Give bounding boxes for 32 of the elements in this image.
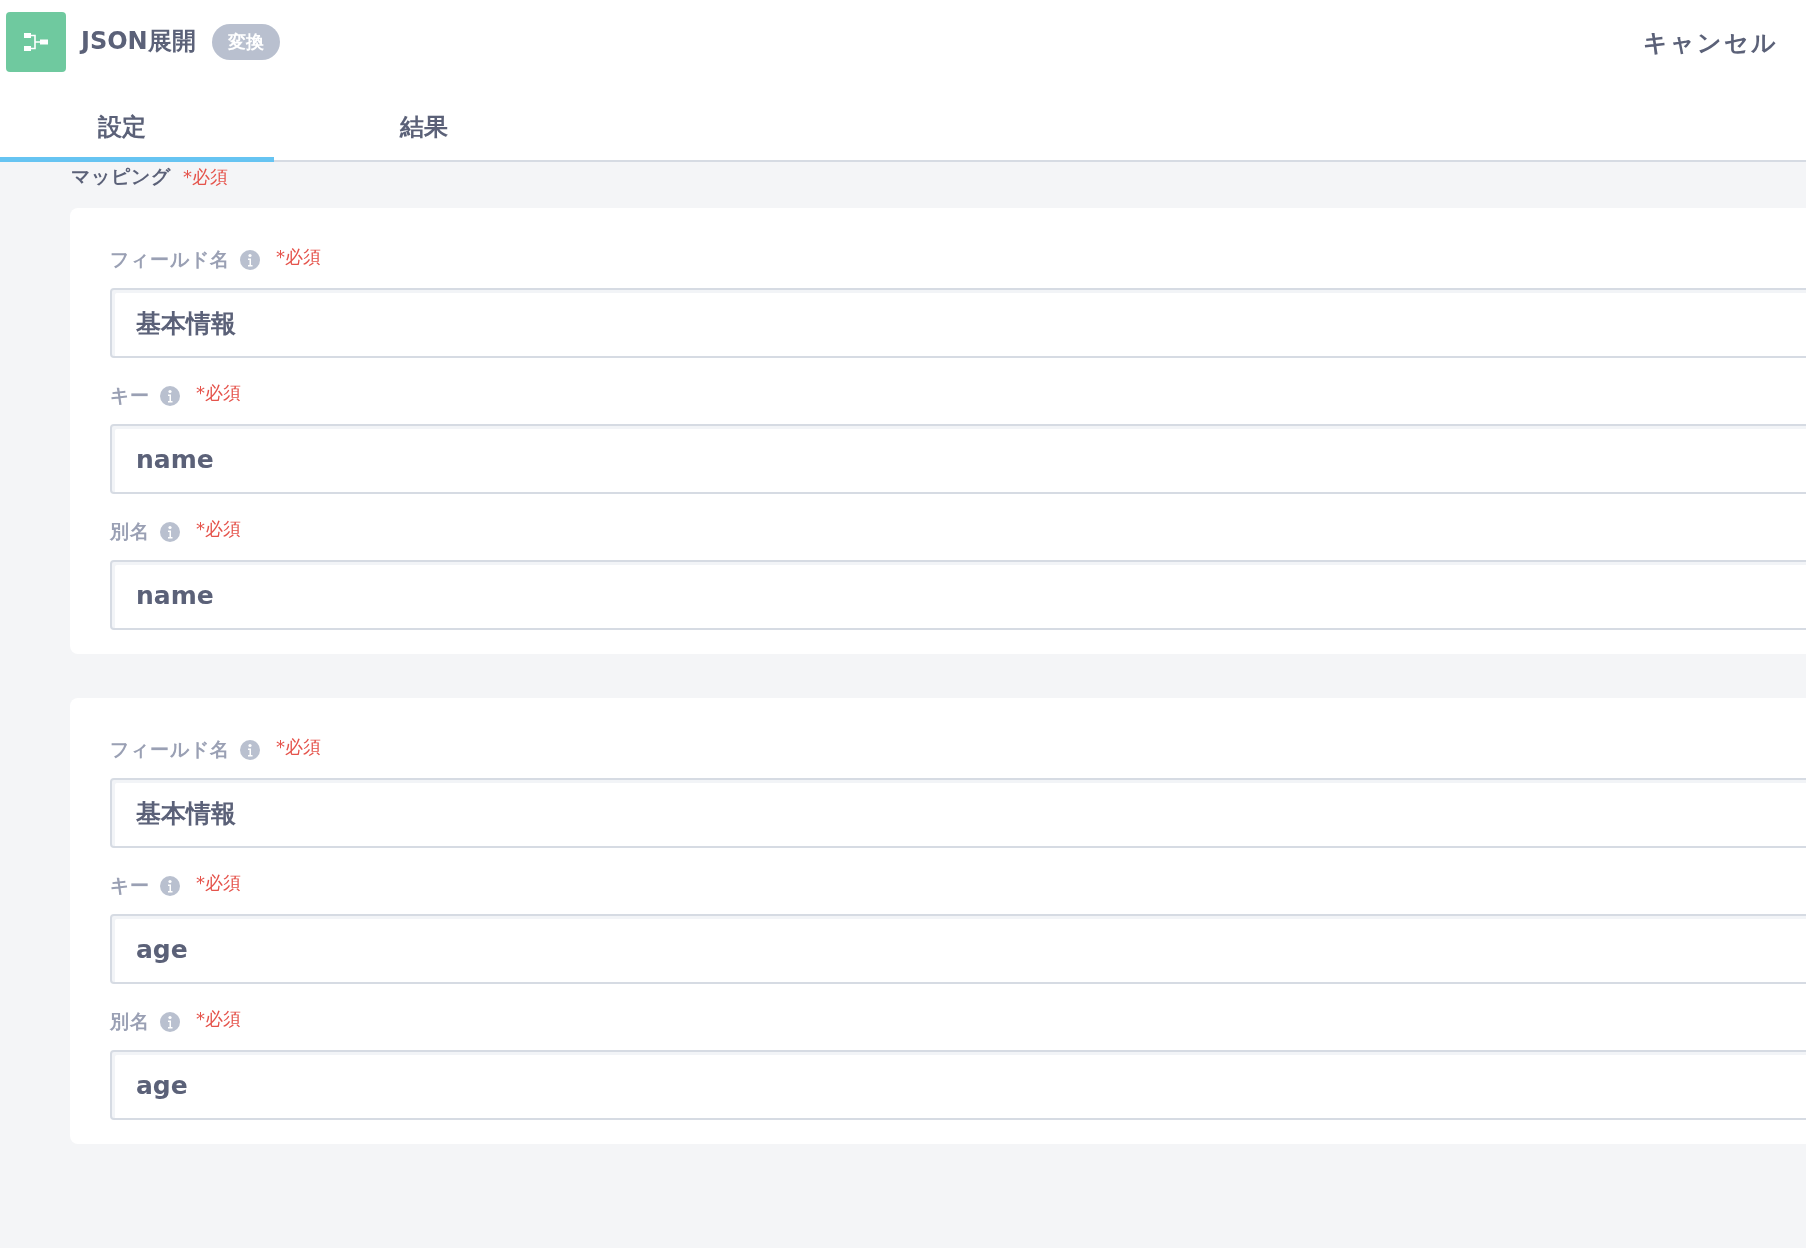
- tab[interactable]: 結果: [274, 92, 574, 162]
- info-icon[interactable]: [160, 1012, 180, 1032]
- field-label: フィールド名: [110, 737, 230, 762]
- required-mark: *必須: [183, 165, 228, 189]
- section-label: マッピング: [71, 164, 171, 189]
- info-icon[interactable]: [240, 740, 260, 760]
- required-mark: *必須: [276, 735, 321, 759]
- required-mark: *必須: [196, 381, 241, 405]
- required-mark: *必須: [196, 871, 241, 895]
- input-field[interactable]: age: [110, 1050, 1806, 1120]
- field-label: 別名: [110, 1009, 150, 1034]
- field-label: 別名: [110, 519, 150, 544]
- field-label: キー: [110, 383, 150, 408]
- field-label: キー: [110, 873, 150, 898]
- info-icon[interactable]: [160, 522, 180, 542]
- required-mark: *必須: [276, 245, 321, 269]
- app-title: JSON展開: [81, 26, 196, 57]
- category-badge: 変換: [211, 24, 280, 60]
- cancel-button[interactable]: キャンセル: [1643, 23, 1778, 63]
- field-label: フィールド名: [110, 247, 230, 272]
- input-field[interactable]: age: [110, 914, 1806, 984]
- input-field[interactable]: name: [110, 424, 1806, 494]
- input-field[interactable]: name: [110, 560, 1806, 630]
- info-icon[interactable]: [240, 250, 260, 270]
- info-icon[interactable]: [160, 876, 180, 896]
- input-field[interactable]: 基本情報: [110, 288, 1806, 358]
- required-mark: *必須: [196, 1007, 241, 1031]
- app-logo-icon: [6, 12, 66, 72]
- input-field[interactable]: 基本情報: [110, 778, 1806, 848]
- tab[interactable]: 設定: [0, 92, 274, 162]
- info-icon[interactable]: [160, 386, 180, 406]
- required-mark: *必須: [196, 517, 241, 541]
